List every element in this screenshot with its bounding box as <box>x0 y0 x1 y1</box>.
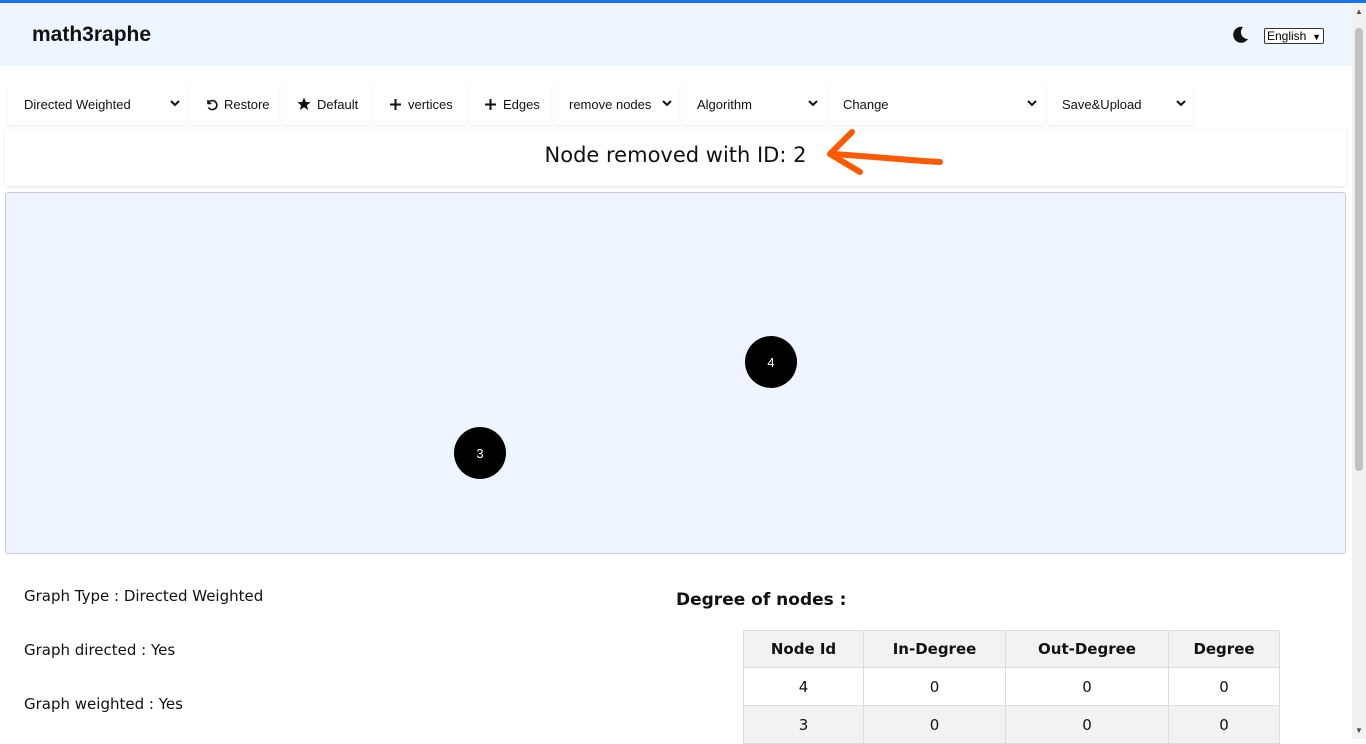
graph-weighted-info: Graph weighted : Yes <box>24 695 183 713</box>
table-header-row: Node Id In-Degree Out-Degree Degree <box>743 630 1280 668</box>
save-upload-label: Save&Upload <box>1062 96 1142 112</box>
scroll-up-icon[interactable]: ▲ <box>1355 7 1363 16</box>
table-cell: 0 <box>1005 667 1169 706</box>
table-row: 3 0 0 0 <box>743 705 1280 744</box>
table-cell: 0 <box>1005 705 1169 744</box>
table-cell: 0 <box>1168 705 1280 744</box>
default-label: Default <box>317 96 359 112</box>
remove-nodes-select[interactable]: remove nodes <box>555 83 679 125</box>
add-edges-button[interactable]: Edges <box>470 83 551 125</box>
vertices-label: vertices <box>408 96 453 112</box>
table-cell: 0 <box>863 705 1006 744</box>
column-header: Degree <box>1168 630 1280 668</box>
star-icon <box>297 97 311 111</box>
restore-label: Restore <box>224 96 270 112</box>
column-header: In-Degree <box>863 630 1006 668</box>
plus-icon <box>389 98 402 111</box>
add-vertices-button[interactable]: vertices <box>375 83 466 125</box>
column-header: Node Id <box>743 630 864 668</box>
default-button[interactable]: Default <box>283 83 371 125</box>
graph-node[interactable]: 4 <box>745 336 797 388</box>
algorithm-label: Algorithm <box>697 96 752 112</box>
scrollbar-thumb[interactable] <box>1355 28 1363 471</box>
chevron-down-icon <box>1027 100 1037 107</box>
degree-title: Degree of nodes : <box>676 590 847 610</box>
table-row: 4 0 0 0 <box>743 667 1280 706</box>
status-message: Node removed with ID: 2 <box>544 143 807 167</box>
graph-type-select[interactable]: Directed Weighted <box>8 83 187 125</box>
language-select-value: English <box>1267 29 1307 43</box>
save-upload-select[interactable]: Save&Upload <box>1048 83 1193 125</box>
chevron-down-icon <box>808 100 818 107</box>
graph-node[interactable]: 3 <box>454 427 506 479</box>
app-title: math3raphe <box>32 23 152 46</box>
change-select[interactable]: Change <box>829 83 1044 125</box>
graph-canvas[interactable]: 4 3 <box>5 192 1346 554</box>
graph-node-label: 4 <box>767 354 775 370</box>
degree-table: Node Id In-Degree Out-Degree Degree 4 0 … <box>743 630 1280 744</box>
graph-node-label: 3 <box>476 445 484 461</box>
chevron-down-icon <box>1176 100 1186 107</box>
table-cell: 0 <box>1168 667 1280 706</box>
column-header: Out-Degree <box>1005 630 1169 668</box>
graph-type-info: Graph Type : Directed Weighted <box>24 587 264 605</box>
moon-icon[interactable] <box>1230 25 1250 45</box>
vertical-scrollbar[interactable]: ▲ ▼ <box>1352 3 1366 739</box>
chevron-down-icon <box>662 100 672 107</box>
app-header: math3raphe English ▼ <box>0 3 1352 66</box>
edges-label: Edges <box>503 96 540 112</box>
language-select[interactable]: English ▼ <box>1264 28 1324 44</box>
scroll-down-icon[interactable]: ▼ <box>1355 726 1363 735</box>
graph-type-label: Directed Weighted <box>24 96 131 112</box>
graph-directed-info: Graph directed : Yes <box>24 641 176 659</box>
table-cell: 4 <box>743 667 864 706</box>
restore-button[interactable]: Restore <box>191 83 279 125</box>
table-cell: 3 <box>743 705 864 744</box>
change-label: Change <box>843 96 889 112</box>
chevron-down-icon <box>170 100 180 107</box>
annotation-arrow-icon <box>827 129 943 175</box>
algorithm-select[interactable]: Algorithm <box>683 83 825 125</box>
chevron-down-icon: ▼ <box>1312 32 1321 42</box>
plus-icon <box>484 98 497 111</box>
table-cell: 0 <box>863 667 1006 706</box>
remove-nodes-label: remove nodes <box>569 96 652 112</box>
undo-icon <box>205 98 218 111</box>
status-message-bar: Node removed with ID: 2 <box>5 129 1346 186</box>
